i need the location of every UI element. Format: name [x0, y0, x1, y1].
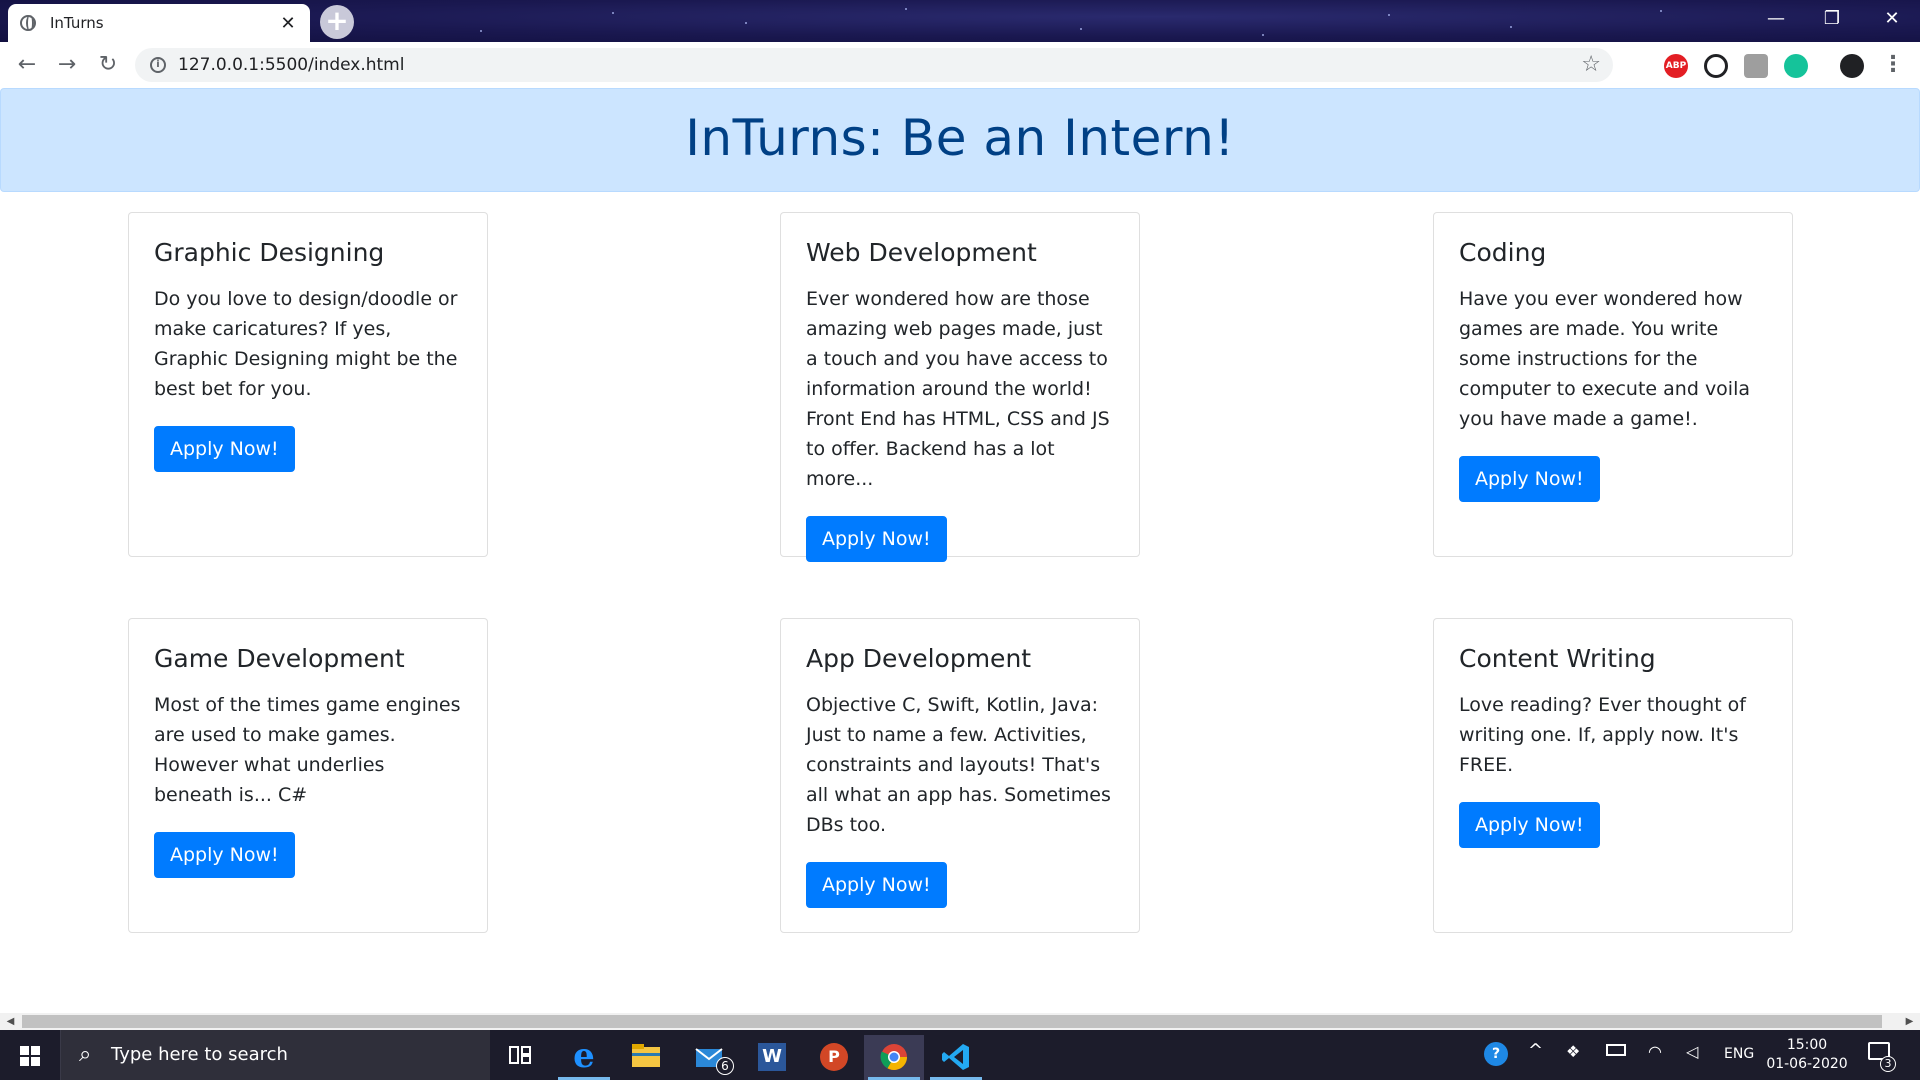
wifi-icon[interactable]: ◠	[1648, 1042, 1662, 1061]
globe-icon	[20, 15, 36, 31]
card-graphic-designing: Graphic Designing Do you love to design/…	[128, 212, 488, 557]
file-explorer-icon[interactable]	[616, 1035, 676, 1080]
apply-now-button[interactable]: Apply Now!	[154, 426, 295, 472]
chrome-icon[interactable]	[864, 1035, 924, 1080]
language-indicator[interactable]: ENG	[1724, 1046, 1754, 1062]
address-bar[interactable]: i 127.0.0.1:5500/index.html ☆	[135, 48, 1613, 82]
card-content-writing: Content Writing Love reading? Ever thoug…	[1433, 618, 1793, 933]
taskbar-search-box[interactable]: ⌕ Type here to search	[60, 1030, 490, 1080]
extension-icon[interactable]	[1744, 54, 1768, 78]
edge-icon[interactable]: e	[554, 1035, 614, 1080]
close-window-button[interactable]: ✕	[1864, 0, 1920, 40]
browser-tab[interactable]: InTurns ✕	[8, 4, 310, 42]
background-star	[612, 12, 614, 14]
dropbox-icon[interactable]: ❖	[1566, 1042, 1580, 1061]
card-title: Game Development	[154, 644, 405, 673]
card-text: Do you love to design/doodle or make car…	[154, 288, 458, 400]
vscode-icon[interactable]	[926, 1035, 986, 1080]
taskbar-clock[interactable]: 15:00 01-06-2020	[1762, 1036, 1852, 1074]
background-star	[1660, 10, 1662, 12]
apply-now-button[interactable]: Apply Now!	[806, 516, 947, 562]
tab-close-icon[interactable]: ✕	[278, 13, 298, 34]
clock-time: 15:00	[1786, 1037, 1828, 1053]
card-text: Love reading? Ever thought of writing on…	[1459, 694, 1746, 776]
page-viewport: InTurns: Be an Intern! Graphic Designing…	[0, 88, 1920, 1013]
url-text[interactable]: 127.0.0.1:5500/index.html	[178, 55, 404, 75]
background-star	[1262, 34, 1264, 36]
profile-avatar-icon[interactable]	[1840, 54, 1864, 78]
grammarly-icon[interactable]	[1784, 54, 1808, 78]
background-star	[480, 30, 482, 32]
browser-titlebar: InTurns ✕ + — ❐ ✕	[0, 0, 1920, 42]
search-icon: ⌕	[79, 1042, 92, 1067]
windows-start-icon[interactable]	[20, 1046, 40, 1066]
card-title: Graphic Designing	[154, 238, 385, 267]
background-star	[905, 8, 907, 10]
background-star	[745, 22, 747, 24]
card-game-development: Game Development Most of the times game …	[128, 618, 488, 933]
task-view-icon[interactable]	[490, 1035, 550, 1080]
scroll-left-arrow-icon[interactable]: ◀	[2, 1013, 19, 1030]
speaker-icon[interactable]: ◁	[1686, 1042, 1698, 1061]
background-star	[1510, 26, 1512, 28]
apply-now-button[interactable]: Apply Now!	[1459, 456, 1600, 502]
windows-taskbar: ⌕ Type here to search e 6 W P ? ^ ❖ ◠ ◁ …	[0, 1030, 1920, 1080]
background-star	[1388, 14, 1390, 16]
background-star	[1080, 28, 1082, 30]
info-icon[interactable]: i	[150, 57, 166, 73]
card-title: App Development	[806, 644, 1032, 673]
apply-now-button[interactable]: Apply Now!	[806, 862, 947, 908]
clock-date: 01-06-2020	[1766, 1056, 1848, 1072]
horizontal-scrollbar[interactable]: ◀ ▶	[0, 1013, 1920, 1030]
browser-toolbar: ← → ↻ i 127.0.0.1:5500/index.html ☆ ABP …	[0, 42, 1920, 88]
page-title: InTurns: Be an Intern!	[685, 109, 1235, 167]
new-tab-button[interactable]: +	[320, 5, 354, 39]
card-text: Objective C, Swift, Kotlin, Java: Just t…	[806, 694, 1111, 836]
chrome-menu-icon[interactable]: ⋮	[1882, 50, 1904, 80]
scroll-right-arrow-icon[interactable]: ▶	[1901, 1013, 1918, 1030]
jumbotron-header: InTurns: Be an Intern!	[0, 88, 1920, 192]
scrollbar-thumb[interactable]	[22, 1015, 1882, 1028]
word-icon[interactable]: W	[742, 1035, 802, 1080]
card-web-development: Web Development Ever wondered how are th…	[780, 212, 1140, 562]
search-placeholder: Type here to search	[111, 1044, 288, 1065]
card-title: Coding	[1459, 238, 1547, 267]
notification-count: 3	[1880, 1056, 1896, 1072]
apply-now-button[interactable]: Apply Now!	[1459, 802, 1600, 848]
help-icon[interactable]: ?	[1484, 1042, 1508, 1066]
minimize-button[interactable]: —	[1748, 0, 1804, 40]
apply-now-button[interactable]: Apply Now!	[154, 832, 295, 878]
card-app-development: App Development Objective C, Swift, Kotl…	[780, 618, 1140, 933]
card-text: Have you ever wondered how games are mad…	[1459, 288, 1751, 430]
mail-badge: 6	[716, 1057, 734, 1075]
powerpoint-icon[interactable]: P	[804, 1035, 864, 1080]
battery-icon[interactable]	[1606, 1044, 1626, 1056]
mail-icon[interactable]: 6	[680, 1035, 740, 1080]
card-coding: Coding Have you ever wondered how games …	[1433, 212, 1793, 557]
back-button[interactable]: ←	[12, 50, 42, 80]
github-icon[interactable]	[1704, 54, 1728, 78]
card-title: Web Development	[806, 238, 1037, 267]
card-text: Most of the times game engines are used …	[154, 694, 461, 806]
adblock-icon[interactable]: ABP	[1664, 54, 1688, 78]
chevron-up-icon[interactable]: ^	[1528, 1040, 1543, 1061]
card-title: Content Writing	[1459, 644, 1656, 673]
card-text: Ever wondered how are those amazing web …	[806, 288, 1110, 490]
restore-button[interactable]: ❐	[1804, 0, 1860, 40]
forward-button[interactable]: →	[52, 50, 82, 80]
tab-title: InTurns	[50, 14, 104, 32]
bookmark-star-icon[interactable]: ☆	[1581, 52, 1601, 77]
reload-button[interactable]: ↻	[93, 50, 123, 80]
